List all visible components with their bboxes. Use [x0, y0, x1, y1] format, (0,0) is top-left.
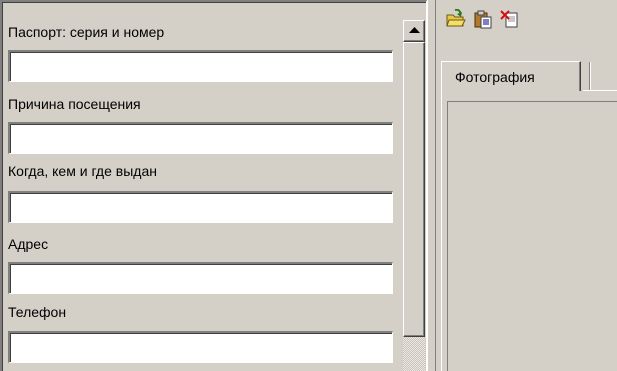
- paste-photo-button[interactable]: [472, 8, 494, 30]
- delete-photo-button[interactable]: [499, 8, 521, 30]
- tab-divider: [589, 62, 591, 90]
- open-folder-icon: [446, 9, 466, 27]
- open-photo-button[interactable]: [445, 8, 467, 30]
- paste-clipboard-icon: [474, 10, 492, 29]
- delete-image-icon: [500, 10, 518, 28]
- scroll-track[interactable]: [403, 337, 425, 371]
- field-label-issued-by: Когда, кем и где выдан: [8, 163, 157, 179]
- panel-splitter[interactable]: [427, 0, 436, 371]
- tab-photo[interactable]: Фотография: [441, 61, 581, 91]
- scroll-up-button[interactable]: [403, 20, 425, 42]
- passport-input[interactable]: [8, 50, 393, 82]
- field-label-visit-reason: Причина посещения: [8, 96, 141, 112]
- issued-by-input[interactable]: [8, 191, 393, 223]
- arrow-up-icon: [409, 27, 420, 33]
- field-label-address: Адрес: [8, 236, 49, 252]
- scroll-thumb[interactable]: [403, 42, 425, 337]
- phone-input[interactable]: [8, 331, 393, 363]
- field-label-passport: Паспорт: серия и номер: [8, 24, 165, 40]
- visit-reason-input[interactable]: [8, 122, 393, 154]
- photo-frame: [447, 101, 617, 371]
- address-input[interactable]: [8, 262, 393, 294]
- field-label-phone: Телефон: [8, 304, 67, 320]
